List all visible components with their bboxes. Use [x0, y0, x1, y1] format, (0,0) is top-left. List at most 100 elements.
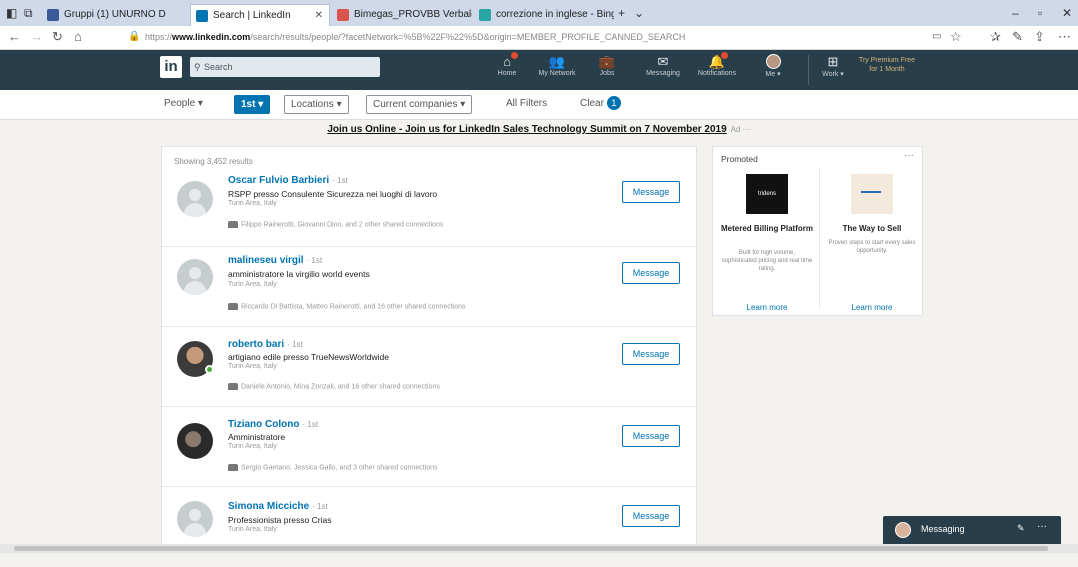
notifications-icon: 🔔: [708, 54, 726, 69]
clear-filters-button[interactable]: Clear 1: [574, 95, 627, 114]
way-to-sell-logo: [851, 174, 893, 214]
tridens-logo: tridens: [746, 174, 788, 214]
minimize-icon[interactable]: –: [1012, 6, 1019, 20]
messaging-dock[interactable]: Messaging ✎ ···: [883, 516, 1061, 544]
all-filters-button[interactable]: All Filters: [500, 95, 553, 114]
result-row[interactable]: malineseu virgil · 1st amministratore la …: [162, 247, 696, 327]
locations-filter[interactable]: Locations ▾: [284, 95, 349, 114]
nav-me[interactable]: Me ▾: [748, 54, 798, 78]
avatar[interactable]: [177, 423, 213, 459]
person-name[interactable]: roberto bari · 1st: [228, 339, 303, 350]
search-placeholder: Search: [204, 62, 233, 72]
compose-icon[interactable]: ✎: [1017, 523, 1025, 534]
new-tab-icon[interactable]: +: [618, 6, 625, 20]
ad-label[interactable]: Ad ···: [731, 125, 751, 134]
result-row[interactable]: Oscar Fulvio Barbieri · 1st RSPP presso C…: [162, 167, 696, 247]
home-browser-icon[interactable]: ⌂: [74, 29, 82, 44]
browser-tab-bar: ◧ ⧉ Gruppi (1) UNURNO D Search | LinkedI…: [0, 0, 1078, 26]
promoted-ad[interactable]: The Way to Sell Proven steps to start ev…: [820, 167, 924, 317]
person-headline: Amministratore: [228, 432, 286, 442]
person-location: Turin Area, Italy: [228, 526, 277, 533]
messaging-more-icon[interactable]: ···: [1037, 521, 1047, 532]
close-tab-icon[interactable]: ✕: [315, 5, 323, 26]
avatar-body: [184, 203, 206, 217]
maximize-icon[interactable]: ▫: [1038, 6, 1042, 20]
browser-tab[interactable]: correzione in inglese - Bing: [474, 4, 614, 26]
person-name[interactable]: Tiziano Colono · 1st: [228, 419, 318, 430]
browser-tab[interactable]: Gruppi (1) UNURNO D: [42, 4, 182, 26]
notes-icon[interactable]: ✎: [1012, 29, 1023, 45]
message-button[interactable]: Message: [622, 262, 680, 284]
tabs-icon[interactable]: ⧉: [24, 6, 33, 21]
nav-label: Jobs: [599, 70, 615, 77]
favorite-star-icon[interactable]: ☆: [950, 29, 962, 45]
scrollbar-thumb[interactable]: [14, 546, 1048, 551]
browser-tab-active[interactable]: Search | LinkedIn ✕: [190, 4, 330, 26]
ad-description: Built for high volume, sophisticated pri…: [721, 250, 813, 272]
nav-home[interactable]: ⌂ Home: [482, 52, 532, 77]
url-field[interactable]: https://www.linkedin.com/search/results/…: [145, 32, 685, 42]
nav-label: Me ▾: [765, 71, 781, 78]
message-button[interactable]: Message: [622, 505, 680, 527]
person-name[interactable]: malineseu virgil · 1st: [228, 255, 322, 266]
tab-label: Bimegas_PROVBB Verbale Av: [354, 9, 472, 20]
name-text: Simona Micciche: [228, 501, 310, 512]
learn-more-link[interactable]: Learn more: [715, 303, 819, 312]
messaging-avatar: [895, 522, 911, 538]
forward-icon[interactable]: →: [30, 29, 43, 44]
search-input[interactable]: ⚲ Search: [190, 57, 380, 77]
avatar[interactable]: [177, 501, 213, 537]
name-text: roberto bari: [228, 339, 285, 350]
favorites-bar-icon[interactable]: ✰: [990, 29, 1001, 45]
window-menu-icon[interactable]: ◧: [6, 6, 17, 20]
nav-notifications[interactable]: 🔔 Notifications: [692, 52, 742, 77]
result-row[interactable]: Tiziano Colono · 1st Amministratore Turin…: [162, 407, 696, 487]
back-icon[interactable]: ←: [8, 29, 21, 44]
nav-my-network[interactable]: 👥 My Network: [532, 54, 582, 77]
nav-messaging[interactable]: ✉ Messaging: [638, 54, 688, 77]
url-host: www.linkedin.com: [172, 32, 251, 42]
people-icon: [228, 221, 238, 228]
person-location: Turin Area, Italy: [228, 200, 277, 207]
person-name[interactable]: Simona Micciche · 1st: [228, 501, 328, 512]
nav-label: My Network: [538, 70, 576, 77]
connection-degree: · 1st: [287, 340, 303, 349]
message-button[interactable]: Message: [622, 181, 680, 203]
share-icon[interactable]: ⇪: [1034, 29, 1045, 45]
person-name[interactable]: Oscar Fulvio Barbieri · 1st: [228, 175, 348, 186]
result-row[interactable]: roberto bari · 1st artigiano edile presso…: [162, 327, 696, 407]
notification-badge: [511, 52, 518, 59]
avatar[interactable]: [177, 181, 213, 217]
shared-connections[interactable]: Filippo Rainerotti, Giovanni Dino, and 2…: [228, 221, 443, 228]
avatar[interactable]: [177, 259, 213, 295]
shared-connections[interactable]: Sergio Gaetano, Jessica Gallo, and 3 oth…: [228, 464, 438, 471]
more-icon[interactable]: ⋯: [1058, 29, 1071, 45]
connection-degree: · 1st: [302, 420, 319, 429]
horizontal-scrollbar[interactable]: [0, 544, 1078, 553]
nav-work[interactable]: ⊞ Work ▾: [808, 54, 858, 78]
degree-filter[interactable]: 1st ▾: [234, 95, 271, 114]
nav-jobs[interactable]: 💼 Jobs: [582, 54, 632, 77]
browser-tab[interactable]: Bimegas_PROVBB Verbale Av: [332, 4, 472, 26]
premium-link[interactable]: Try Premium Free for 1 Month: [857, 56, 917, 74]
current-companies-filter[interactable]: Current companies ▾: [366, 95, 473, 114]
promoted-more-icon[interactable]: ···: [904, 150, 914, 161]
promoted-ad[interactable]: tridens Metered Billing Platform Built f…: [715, 167, 819, 317]
linkedin-logo[interactable]: in: [160, 56, 182, 78]
result-row[interactable]: Simona Micciche · 1st Professionista pres…: [162, 487, 696, 567]
tab-dropdown-icon[interactable]: ⌄: [634, 6, 644, 20]
message-button[interactable]: Message: [622, 343, 680, 365]
person-location: Turin Area, Italy: [228, 443, 277, 450]
shared-connections[interactable]: Riccardo Di Battista, Matteo Rainerotti,…: [228, 303, 466, 310]
people-filter[interactable]: People ▾: [158, 95, 209, 114]
refresh-icon[interactable]: ↻: [52, 29, 63, 45]
message-button[interactable]: Message: [622, 425, 680, 447]
sponsored-link[interactable]: Join us Online - Join us for LinkedIn Sa…: [327, 124, 726, 135]
learn-more-link[interactable]: Learn more: [820, 303, 924, 312]
bing-favicon-icon: [479, 9, 491, 21]
name-text: Oscar Fulvio Barbieri: [228, 175, 330, 186]
network-icon: 👥: [548, 54, 566, 69]
reading-view-icon[interactable]: ▭: [932, 31, 941, 42]
close-window-icon[interactable]: ✕: [1062, 6, 1072, 20]
shared-connections[interactable]: Daniele Antonio, Mina Zonzak, and 16 oth…: [228, 383, 440, 390]
